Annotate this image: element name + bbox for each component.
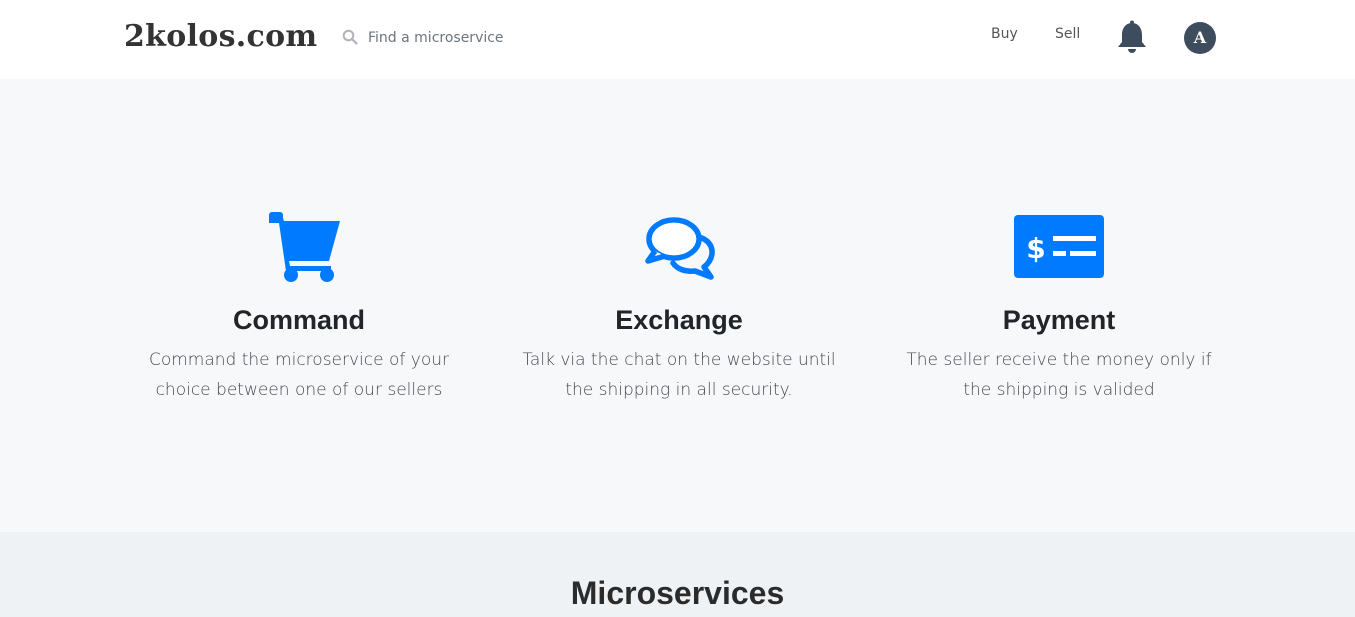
shopping-cart-icon [269,212,340,282]
chat-bubbles-icon [645,217,715,280]
money-check-icon: $ [1014,215,1104,278]
microservices-section: Microservices [0,532,1355,617]
brand-logo[interactable]: 2kolos.com [124,18,317,56]
feature-description-line: Command the microservice of your [148,350,450,370]
feature-title: Exchange [615,305,743,335]
search-input[interactable] [368,24,598,52]
feature-description-line: the shipping in all security. [565,380,793,400]
feature-description-line: choice between one of our sellers [155,380,443,400]
feature-description: Command the microservice of your choice … [129,345,469,405]
feature-description-line: the shipping is valided [963,380,1155,400]
search-bar [342,24,602,52]
bell-icon[interactable] [1115,20,1149,55]
nav-link-sell[interactable]: Sell [1055,24,1080,44]
search-icon [342,29,358,45]
nav-link-buy[interactable]: Buy [991,24,1018,44]
feature-description: The seller receive the money only if the… [889,345,1229,405]
feature-description-line: Talk via the chat on the website until [522,350,836,370]
feature-title: Payment [1002,305,1116,335]
feature-description: Talk via the chat on the website until t… [509,345,849,405]
navbar: 2kolos.com Buy Sell A [0,0,1355,79]
features-section: Command Command the microservice of your… [0,79,1355,532]
svg-text:$: $ [1026,232,1045,265]
avatar[interactable]: A [1184,22,1216,54]
section-title: Microservices [570,575,785,611]
feature-description-line: The seller receive the money only if [906,350,1212,370]
feature-title: Command [232,305,365,335]
